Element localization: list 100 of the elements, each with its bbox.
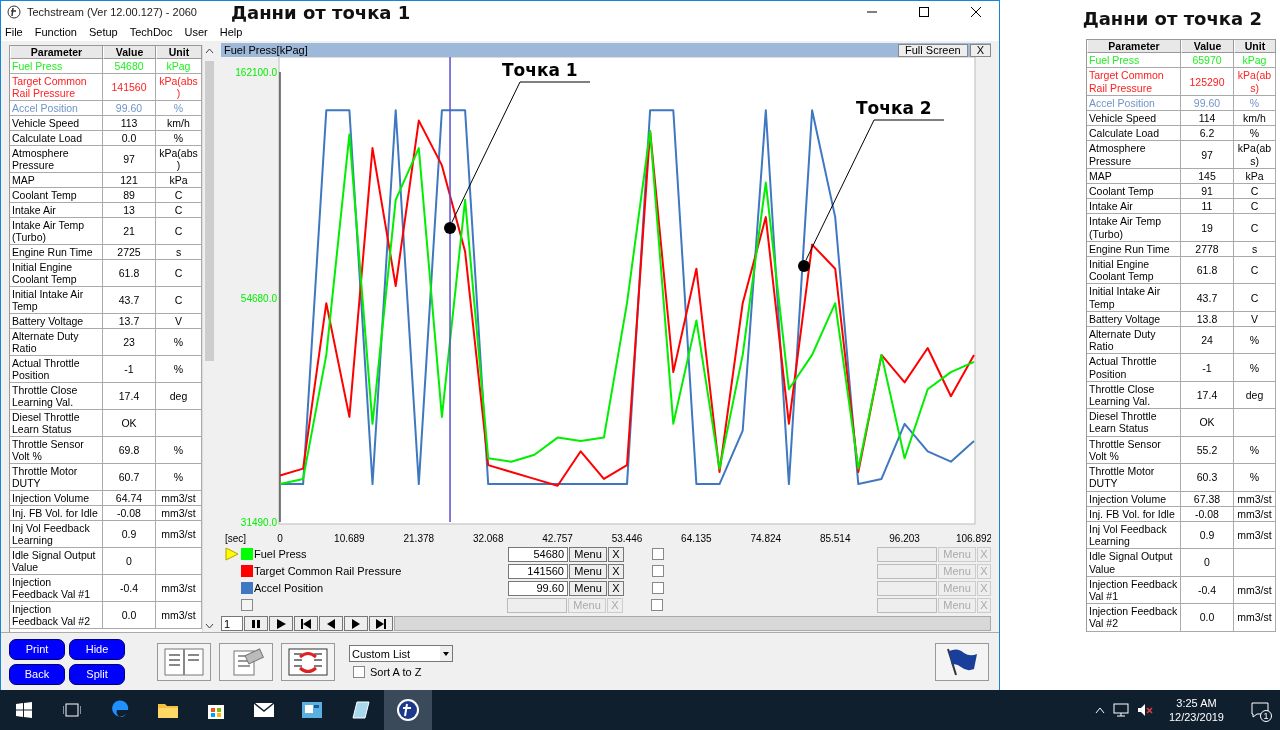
- x-tick-label: 64.135: [681, 533, 712, 544]
- next-button[interactable]: [344, 616, 368, 631]
- checkbox[interactable]: [651, 599, 663, 611]
- first-button[interactable]: [294, 616, 318, 631]
- unit-cell: mm3/st: [1234, 521, 1276, 550]
- skip-back-icon: [301, 618, 311, 629]
- value-field[interactable]: [877, 597, 937, 613]
- parameter-cell: Throttle Sensor Volt %: [10, 437, 103, 464]
- close-graph-button[interactable]: X: [969, 43, 991, 57]
- action-button[interactable]: Hide: [69, 638, 125, 660]
- parameter-cell: Injection Feedback Val #1: [1087, 576, 1181, 605]
- menu-item[interactable]: Function: [34, 26, 77, 38]
- speed-spinner[interactable]: 1: [221, 616, 243, 631]
- scrollbar[interactable]: [202, 45, 215, 632]
- point-marker: [798, 260, 810, 272]
- network-icon[interactable]: [1112, 703, 1129, 717]
- parameter-cell: Injection Feedback Val #2: [1087, 604, 1181, 632]
- checkbox[interactable]: [652, 548, 664, 560]
- unit-cell: C: [1234, 199, 1276, 215]
- parameter-cell: Injection Volume: [10, 491, 103, 506]
- parameter-cell: Intake Air: [10, 203, 103, 218]
- maximize-icon: [919, 7, 929, 17]
- menu-item[interactable]: Help: [219, 26, 243, 38]
- checkbox[interactable]: [652, 565, 664, 577]
- notifications-button[interactable]: 1: [1240, 690, 1280, 730]
- column-header: Unit: [156, 46, 202, 59]
- flag-button[interactable]: [935, 642, 989, 681]
- play-button[interactable]: [269, 616, 293, 631]
- action-button[interactable]: Print: [9, 638, 65, 660]
- parameter-cell: Coolant Temp: [1087, 184, 1181, 200]
- action-button[interactable]: Split: [69, 663, 125, 685]
- menu-item[interactable]: File: [5, 26, 23, 38]
- parameter-cell: Alternate Duty Ratio: [1087, 327, 1181, 355]
- value-cell: 113: [103, 116, 156, 131]
- compare-list-button[interactable]: [157, 642, 211, 681]
- pause-icon: [251, 618, 261, 629]
- skip-forward-icon: [376, 618, 386, 629]
- parameter-cell: Accel Position: [10, 101, 103, 116]
- overlay-heading: Данни от точка 2: [1082, 8, 1262, 29]
- value-cell: 55.2: [1181, 436, 1234, 465]
- action-button[interactable]: Back: [9, 663, 65, 685]
- swap-button[interactable]: [281, 642, 335, 681]
- checkbox[interactable]: [652, 582, 664, 594]
- volume-muted-icon[interactable]: [1136, 703, 1153, 717]
- menu-item[interactable]: TechDoc: [129, 26, 173, 38]
- menu-button[interactable]: Menu: [569, 580, 607, 596]
- time-cursor[interactable]: [449, 57, 451, 522]
- time-scrollbar[interactable]: [394, 616, 991, 631]
- parameter-cell: Initial Engine Coolant Temp: [10, 260, 103, 287]
- value-cell: 99.60: [103, 101, 156, 116]
- remove-button[interactable]: X: [608, 580, 624, 596]
- value-cell: 89: [103, 188, 156, 203]
- parameter-cell: Intake Air Temp (Turbo): [1087, 214, 1181, 242]
- value-cell: 99.60: [1181, 95, 1234, 111]
- value-field[interactable]: 99.60: [508, 580, 568, 596]
- value-cell: 6.2: [1181, 126, 1234, 142]
- menu-button[interactable]: Menu: [569, 563, 607, 579]
- value-cell: -0.4: [1181, 576, 1234, 605]
- checkbox-label: Sort A to Z: [370, 666, 422, 678]
- parameter-cell: Throttle Sensor Volt %: [1087, 436, 1181, 465]
- value-field[interactable]: 141560: [508, 563, 568, 579]
- full-screen-button[interactable]: Full Screen: [898, 43, 968, 57]
- sort-checkbox[interactable]: [353, 666, 365, 678]
- x-tick-label: 85.514: [819, 533, 851, 544]
- column-header: Value: [1181, 40, 1234, 54]
- value-field[interactable]: [877, 563, 937, 579]
- parameter-cell: Vehicle Speed: [1087, 111, 1181, 127]
- unit-cell: kPag: [1234, 53, 1276, 69]
- menu-item[interactable]: Setup: [88, 26, 118, 38]
- remove-button[interactable]: X: [608, 563, 624, 579]
- menu-item[interactable]: User: [184, 26, 208, 38]
- unit-cell: mm3/st: [1234, 506, 1276, 522]
- last-button[interactable]: [369, 616, 393, 631]
- parameter-cell: Inj Vol Feedback Learning: [1087, 521, 1181, 550]
- value-field[interactable]: [877, 580, 937, 596]
- series-label: Target Common Rail Pressure: [254, 565, 403, 577]
- parameter-cell: Inj Vol Feedback Learning: [10, 521, 103, 548]
- value-cell: 69.8: [103, 437, 156, 464]
- value-cell: OK: [1181, 409, 1234, 437]
- clock[interactable]: 3:25 AM 12/23/2019: [1168, 696, 1224, 724]
- tray-caret-icon[interactable]: [1094, 706, 1105, 714]
- value-cell: 114: [1181, 111, 1234, 127]
- play-icon: [276, 618, 286, 629]
- parameter-cell: Fuel Press: [10, 59, 103, 74]
- list-dropdown[interactable]: Custom List: [349, 645, 453, 662]
- parameter-cell: Coolant Temp: [10, 188, 103, 203]
- snapshot-button[interactable]: [219, 642, 273, 681]
- parameter-cell: Calculate Load: [10, 131, 103, 146]
- techstream-icon[interactable]: [384, 690, 432, 730]
- parameter-cell: Diesel Throttle Learn Status: [1087, 409, 1181, 437]
- series-slot[interactable]: [241, 599, 253, 611]
- pause-button[interactable]: [244, 616, 268, 631]
- series-label: Accel Position: [254, 582, 325, 594]
- x-axis-label: [sec]: [225, 533, 247, 544]
- x-tick-label: 32.068: [472, 533, 504, 544]
- value-field[interactable]: [507, 597, 567, 613]
- parameter-cell: Intake Air Temp (Turbo): [10, 218, 103, 245]
- parameter-cell: Vehicle Speed: [10, 116, 103, 131]
- x-tick-label: 74.824: [750, 533, 782, 544]
- previous-button[interactable]: [319, 616, 343, 631]
